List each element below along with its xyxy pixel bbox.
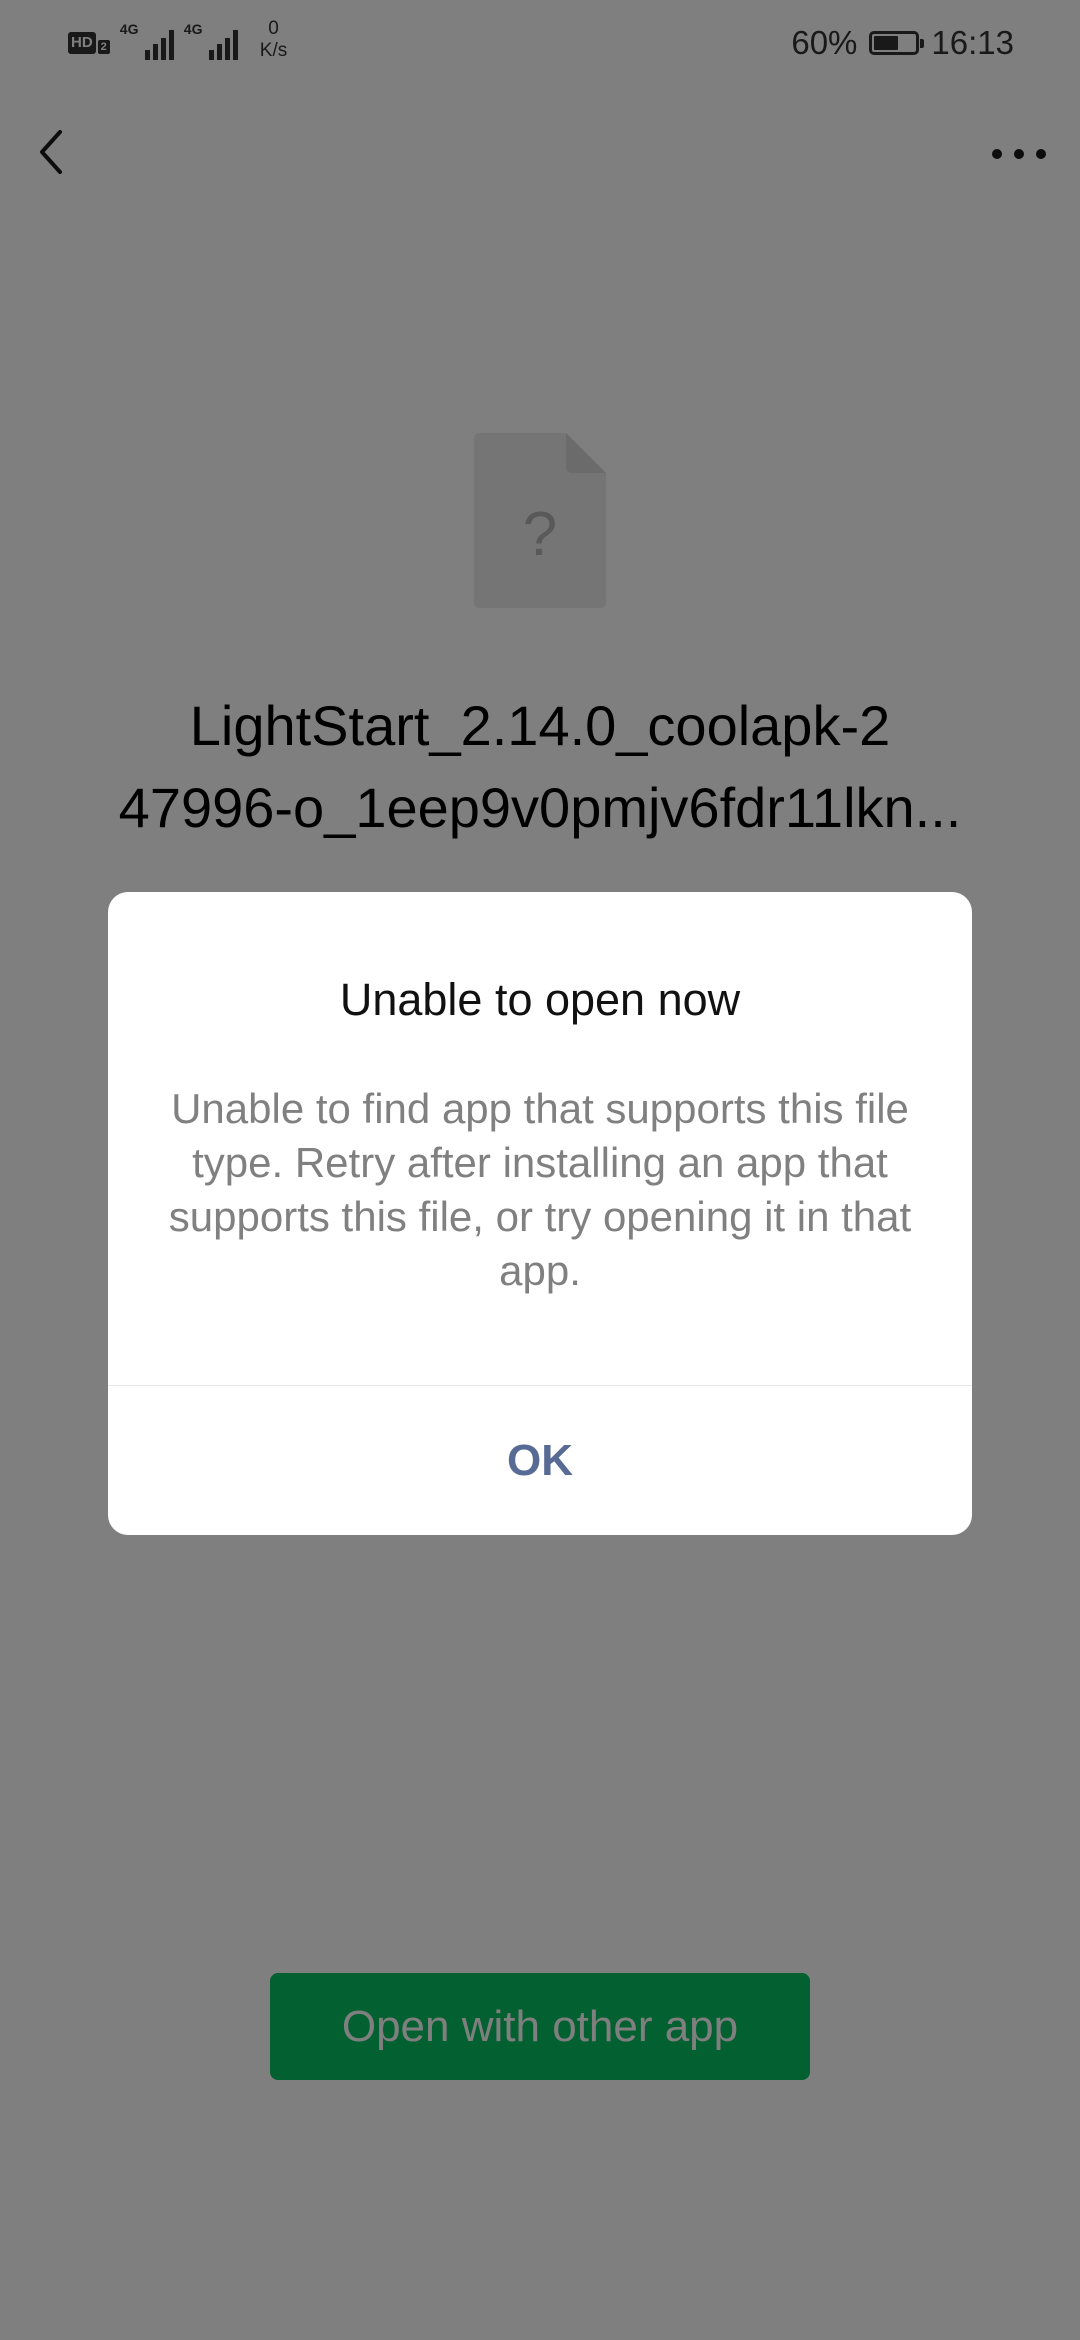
unable-to-open-dialog: Unable to open now Unable to find app th… [108, 892, 972, 1535]
dialog-title: Unable to open now [339, 974, 741, 1025]
ok-button[interactable]: OK [108, 1386, 972, 1535]
screen: HD 2 4G 4G 0 K/s 60% [0, 0, 1080, 2340]
dialog-message: Unable to find app that supports this fi… [168, 1085, 912, 1294]
